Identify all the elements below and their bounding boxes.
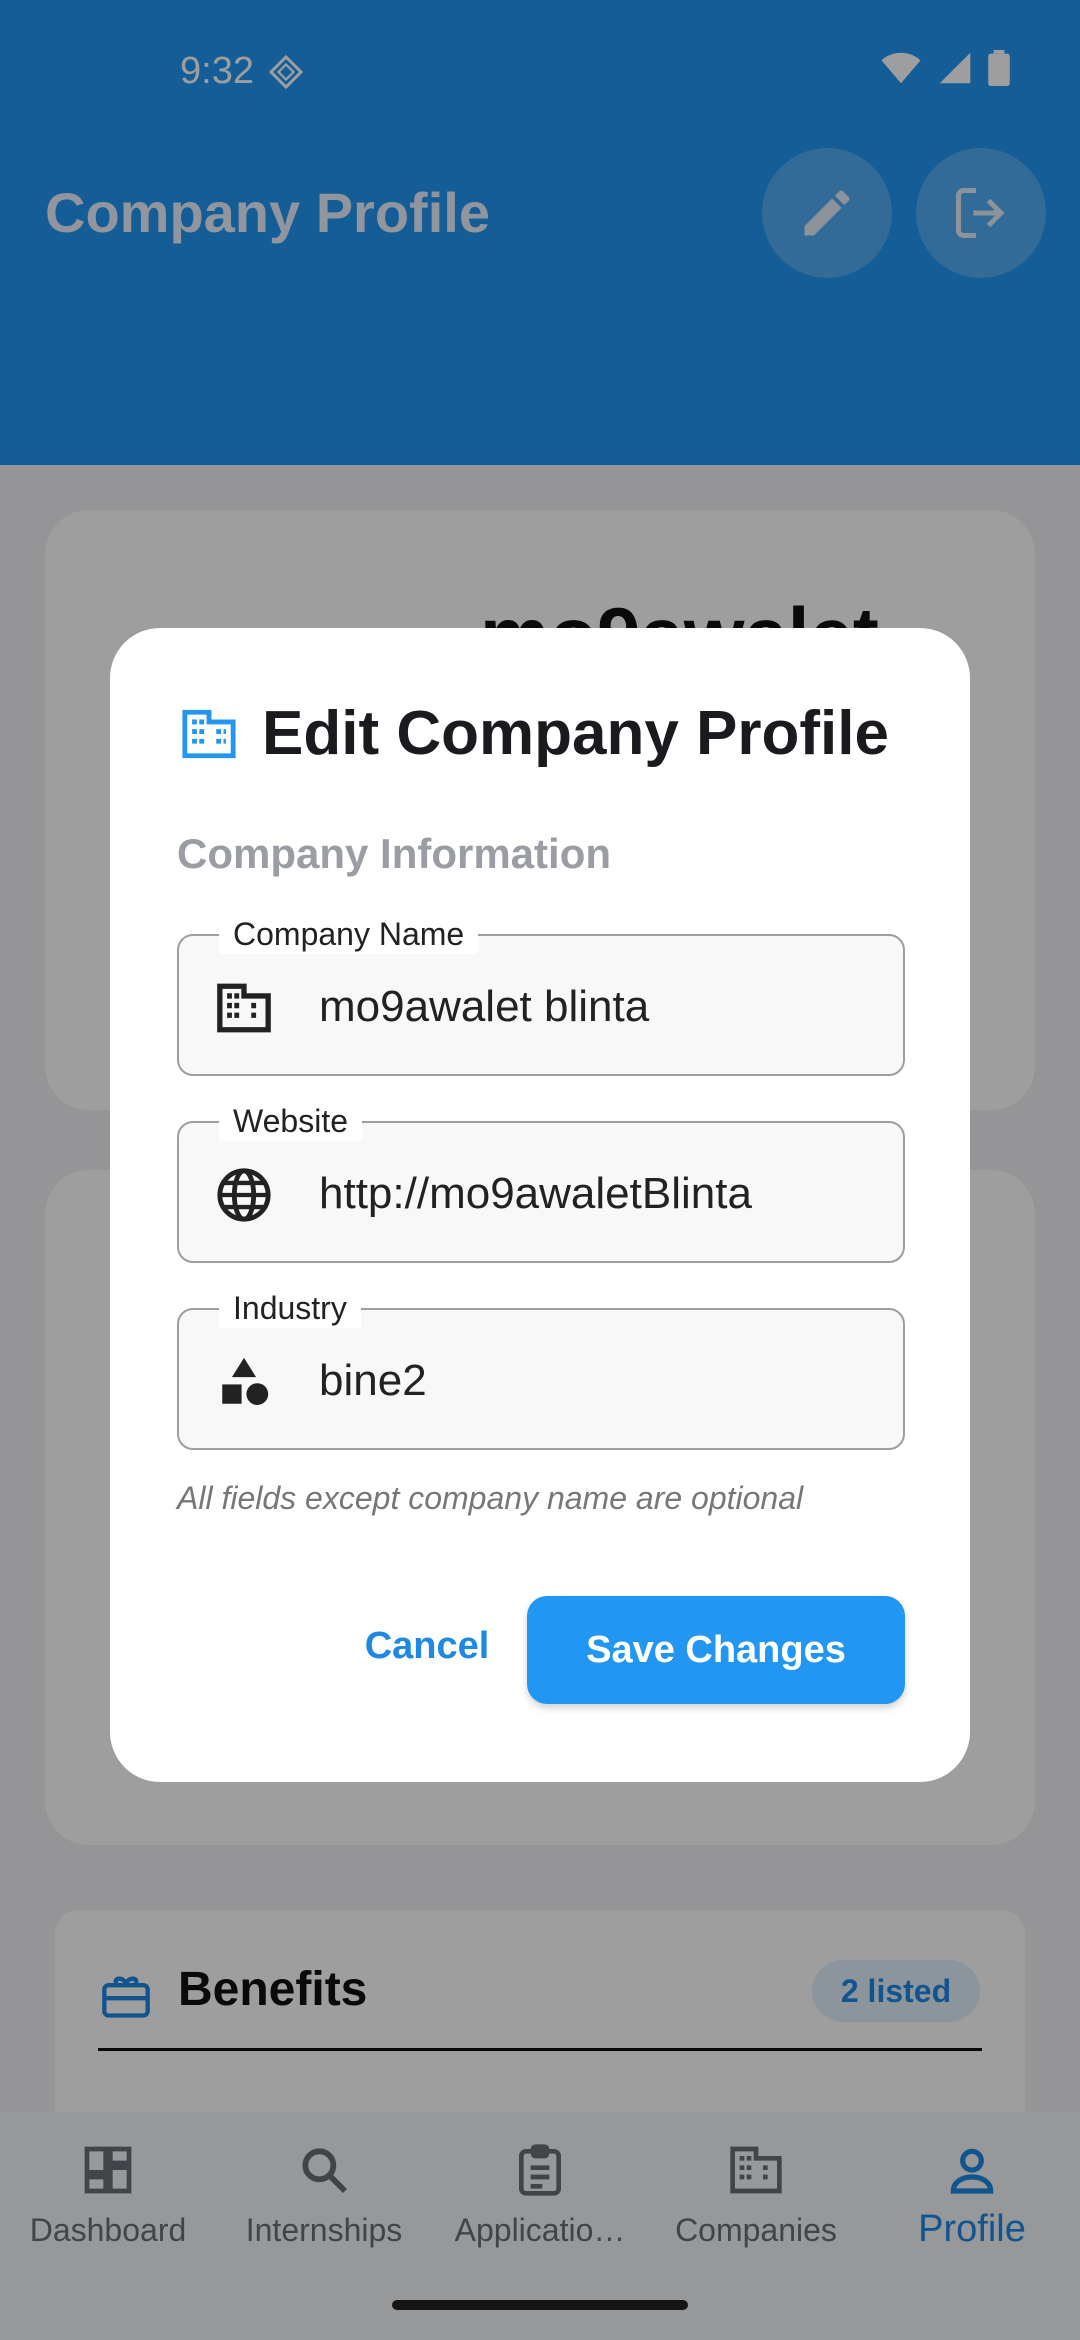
section-heading: Company Information (177, 830, 612, 877)
company-name-field[interactable]: Company Name (177, 914, 905, 1076)
globe-icon (215, 1166, 273, 1224)
company-name-input[interactable] (319, 972, 879, 1042)
category-icon (215, 1353, 273, 1411)
cancel-button[interactable]: Cancel (332, 1596, 522, 1696)
field-label: Company Name (219, 914, 479, 954)
field-label: Industry (219, 1288, 361, 1328)
save-changes-button[interactable]: Save Changes (527, 1596, 905, 1704)
dialog-title: Edit Company Profile (262, 699, 889, 768)
industry-field[interactable]: Industry (177, 1288, 905, 1450)
website-input[interactable] (319, 1159, 879, 1229)
industry-input[interactable] (319, 1346, 879, 1416)
website-field[interactable]: Website (177, 1101, 905, 1263)
building-icon (215, 979, 273, 1037)
form-hint: All fields except company name are optio… (177, 1480, 804, 1516)
field-label: Website (219, 1101, 363, 1141)
edit-company-dialog: Edit Company Profile Company Information… (110, 628, 970, 1782)
building-icon (182, 709, 236, 758)
dialog-header: Edit Company Profile (180, 698, 889, 769)
